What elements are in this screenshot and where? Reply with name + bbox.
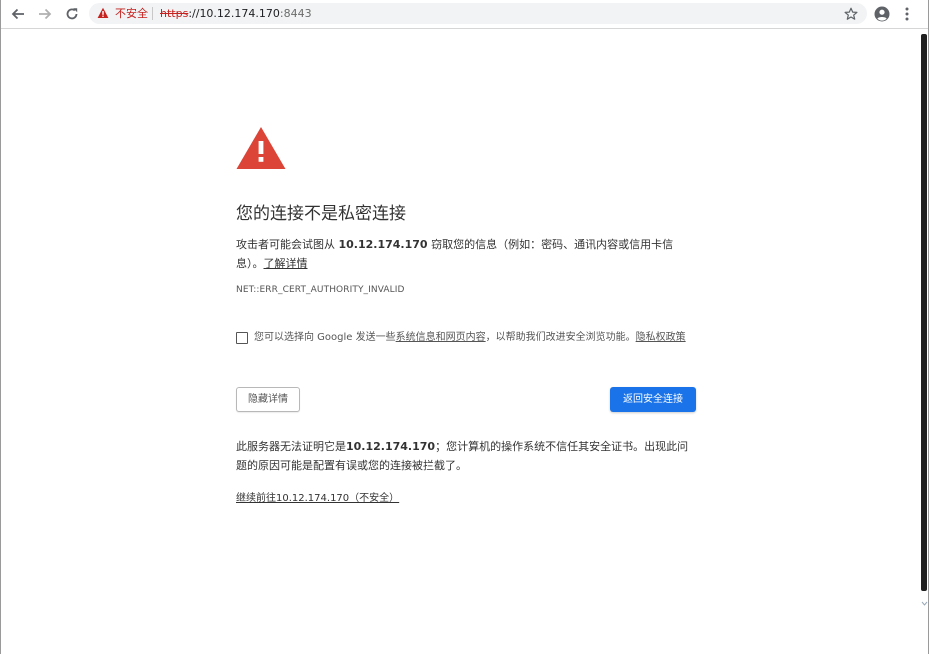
- optin-text-prefix: 您可以选择向 Google 发送一些: [254, 332, 396, 343]
- back-arrow-icon: [11, 8, 24, 20]
- page-content: 您的连接不是私密连接 攻击者可能会试图从 10.12.174.170 窃取您的信…: [1, 29, 922, 654]
- message-host: 10.12.174.170: [338, 238, 428, 251]
- scrollbar-thumb[interactable]: [921, 34, 927, 591]
- omnibox-divider: [152, 7, 153, 20]
- back-button[interactable]: [9, 5, 27, 23]
- star-icon[interactable]: [844, 7, 858, 21]
- message-prefix: 攻击者可能会试图从: [236, 238, 339, 251]
- browser-window: 不安全 https://10.12.174.170:8443 您的连接不是私密连…: [0, 0, 929, 654]
- details-message: 此服务器无法证明它是10.12.174.170；您计算机的操作系统不信任其安全证…: [236, 437, 696, 475]
- details-prefix: 此服务器无法证明它是: [236, 440, 346, 453]
- forward-button[interactable]: [36, 5, 54, 23]
- page-title: 您的连接不是私密连接: [236, 204, 406, 224]
- proceed-unsafe-link[interactable]: 继续前往10.12.174.170（不安全）: [236, 492, 399, 506]
- danger-triangle-icon: [236, 127, 286, 169]
- system-info-link[interactable]: 系统信息和网页内容: [396, 332, 486, 343]
- learn-more-link[interactable]: 了解详情: [264, 257, 308, 270]
- scroll-down-arrow-icon[interactable]: [921, 598, 928, 608]
- optin-checkbox[interactable]: [236, 332, 248, 344]
- privacy-policy-link[interactable]: 隐私权政策: [636, 332, 686, 343]
- url-scheme: https: [160, 7, 189, 20]
- error-code: NET::ERR_CERT_AUTHORITY_INVALID: [236, 285, 405, 295]
- reload-icon: [66, 8, 78, 20]
- forward-arrow-icon: [39, 8, 52, 20]
- hide-details-button[interactable]: 隐藏详情: [236, 387, 300, 412]
- warning-triangle-icon: [97, 7, 109, 18]
- url-separator: ://: [188, 7, 200, 20]
- optin-text-middle: ，以帮助我们改进安全浏览功能。: [485, 332, 636, 343]
- browser-toolbar: 不安全 https://10.12.174.170:8443: [1, 0, 928, 29]
- back-to-safety-button[interactable]: 返回安全连接: [610, 387, 696, 412]
- url-host: 10.12.174.170: [199, 7, 280, 20]
- address-bar[interactable]: 不安全 https://10.12.174.170:8443: [89, 3, 867, 24]
- security-state-label[interactable]: 不安全: [115, 6, 148, 21]
- optin-label: 您可以选择向 Google 发送一些系统信息和网页内容，以帮助我们改进安全浏览功…: [254, 331, 686, 345]
- account-icon[interactable]: [874, 6, 890, 22]
- main-message: 攻击者可能会试图从 10.12.174.170 窃取您的信息（例如：密码、通讯内…: [236, 235, 688, 273]
- reload-button[interactable]: [63, 5, 81, 23]
- url-port: :8443: [279, 7, 312, 20]
- url-text[interactable]: https://10.12.174.170:8443: [160, 6, 312, 21]
- safe-browsing-optin: 您可以选择向 Google 发送一些系统信息和网页内容，以帮助我们改进安全浏览功…: [236, 331, 706, 347]
- details-host: 10.12.174.170: [346, 440, 436, 453]
- kebab-menu-icon[interactable]: [902, 6, 912, 22]
